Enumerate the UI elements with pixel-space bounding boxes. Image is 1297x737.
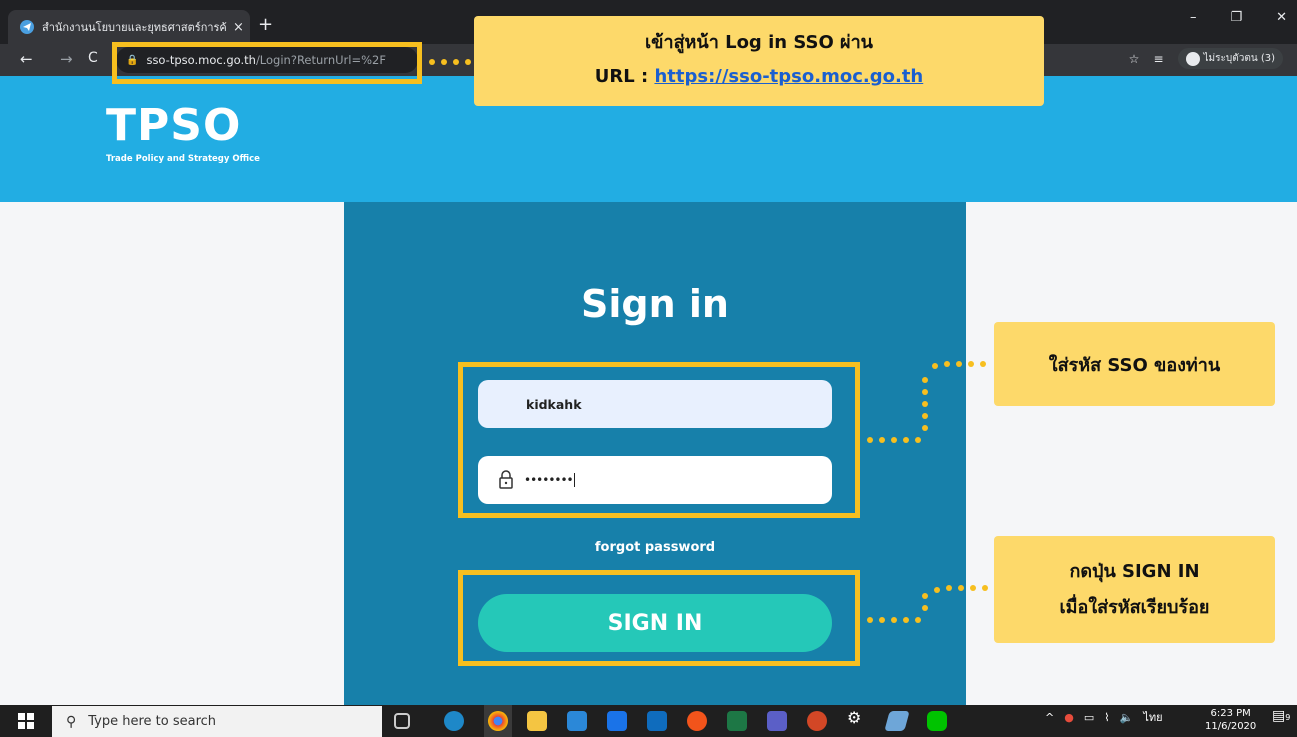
chevron-up-icon[interactable]: ^	[1045, 711, 1054, 724]
search-icon: ⚲	[66, 713, 77, 730]
button-note-line2: เมื่อใส่รหัสเรียบร้อย	[1059, 596, 1210, 618]
button-annotation-note: กดปุ่น SIGN IN เมื่อใส่รหัสเรียบร้อย	[994, 536, 1275, 643]
line-icon[interactable]	[927, 711, 947, 731]
notification-count: 9	[1285, 713, 1291, 722]
taskbar-clock[interactable]: 6:23 PM 11/6/2020	[1205, 707, 1256, 733]
app-icon[interactable]	[687, 711, 707, 731]
system-tray: ^ ● ▭ ⌇ 🔈 ไทย	[1045, 708, 1163, 726]
url-note-prefix: URL :	[594, 66, 655, 87]
windows-start-icon[interactable]	[18, 713, 34, 729]
clock-time: 6:23 PM	[1210, 708, 1251, 719]
network-status-icon[interactable]: ●	[1064, 711, 1074, 724]
edge-icon[interactable]	[444, 711, 464, 731]
store-icon[interactable]	[567, 711, 587, 731]
task-view-icon[interactable]	[394, 713, 410, 729]
outlook-icon[interactable]	[647, 711, 667, 731]
url-note-line2: URL : https://sso-tpso.moc.go.th	[474, 60, 1044, 94]
teams-icon[interactable]	[767, 711, 787, 731]
taskbar-search-box[interactable]: ⚲ Type here to search	[52, 706, 382, 737]
url-note-line1: เข้าสู่หน้า Log in SSO ผ่าน	[645, 32, 873, 53]
search-placeholder: Type here to search	[88, 714, 217, 729]
volume-icon[interactable]: 🔈	[1120, 711, 1134, 724]
powerpoint-icon[interactable]	[807, 711, 827, 731]
sso-annotation-note: ใส่รหัส SSO ของท่าน	[994, 322, 1275, 406]
chrome-icon[interactable]	[488, 711, 508, 731]
language-indicator[interactable]: ไทย	[1143, 708, 1162, 726]
file-explorer-icon[interactable]	[527, 711, 547, 731]
url-note-link[interactable]: https://sso-tpso.moc.go.th	[654, 66, 923, 87]
button-note-line1: กดปุ่น SIGN IN	[1069, 560, 1200, 582]
battery-icon[interactable]: ▭	[1084, 711, 1094, 724]
wifi-icon[interactable]: ⌇	[1104, 711, 1109, 724]
excel-icon[interactable]	[727, 711, 747, 731]
clock-date: 11/6/2020	[1205, 721, 1257, 732]
url-annotation-note: เข้าสู่หน้า Log in SSO ผ่าน URL : https:…	[474, 16, 1044, 106]
notification-icon[interactable]: ▤9	[1272, 708, 1290, 724]
mail-icon[interactable]	[607, 711, 627, 731]
settings-gear-icon[interactable]: ⚙	[847, 708, 861, 727]
